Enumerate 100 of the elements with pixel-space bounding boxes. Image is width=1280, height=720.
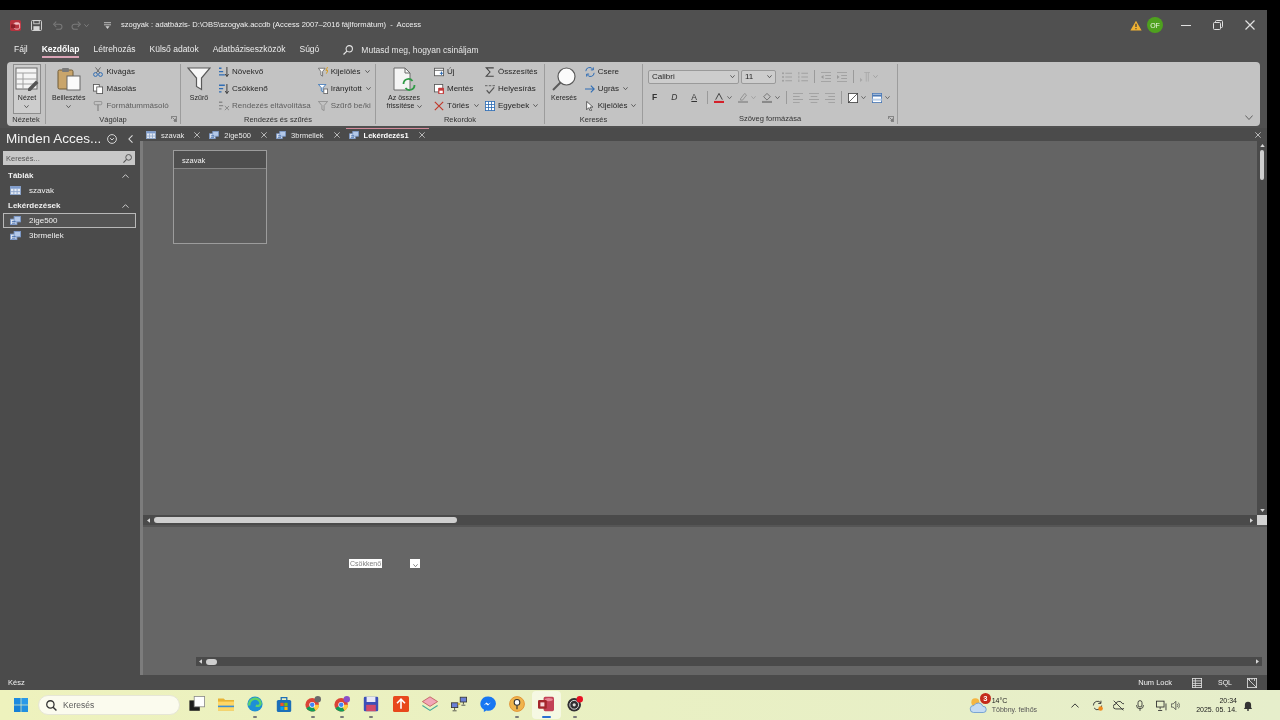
design-view-icon[interactable] bbox=[1247, 677, 1257, 688]
chat-bubble-icon bbox=[479, 696, 496, 712]
chevron-left-icon[interactable] bbox=[128, 135, 134, 143]
weather-icon[interactable] bbox=[968, 697, 987, 713]
scroll-down-arrow-icon[interactable] bbox=[1259, 509, 1265, 512]
caret-icon[interactable] bbox=[775, 96, 780, 99]
close-icon[interactable] bbox=[1255, 131, 1261, 138]
horizontal-scrollbar[interactable] bbox=[143, 515, 1257, 525]
microphone-icon[interactable] bbox=[1136, 699, 1145, 711]
caret-icon bbox=[412, 564, 418, 567]
cursor-icon bbox=[584, 100, 595, 111]
scroll-left-arrow-icon[interactable] bbox=[147, 517, 150, 523]
search-field[interactable]: Keresés bbox=[38, 695, 180, 715]
caret-icon[interactable] bbox=[727, 96, 732, 99]
dialog-launcher-icon[interactable] bbox=[888, 115, 894, 122]
font-size-dropdown[interactable]: 11 bbox=[741, 69, 776, 84]
scroll-thumb[interactable] bbox=[1260, 150, 1264, 180]
scroll-right-arrow-icon[interactable] bbox=[1256, 659, 1259, 664]
ribbon-button[interactable]: Kijelölés bbox=[583, 98, 638, 113]
caret-icon bbox=[24, 105, 30, 109]
dropdown-button[interactable] bbox=[410, 559, 421, 568]
taskbar-button[interactable] bbox=[531, 691, 561, 719]
format-button[interactable]: D bbox=[667, 93, 682, 102]
ribbon-tab[interactable]: Kezdőlap bbox=[41, 42, 80, 58]
speaker-icon[interactable] bbox=[1171, 700, 1181, 710]
scroll-thumb[interactable] bbox=[154, 517, 457, 523]
scroll-thumb[interactable] bbox=[206, 658, 217, 665]
warning-icon[interactable] bbox=[1130, 19, 1142, 31]
browser-icon bbox=[305, 696, 322, 712]
dialog-launcher-icon[interactable] bbox=[171, 116, 177, 122]
nav-group-header[interactable]: Táblák bbox=[0, 168, 140, 183]
caret-icon bbox=[416, 105, 422, 109]
scroll-left-arrow-icon[interactable] bbox=[199, 659, 202, 664]
ribbon-button[interactable]: Kijelölés bbox=[316, 64, 372, 79]
horizontal-scrollbar[interactable] bbox=[196, 657, 1262, 666]
ribbon-tab[interactable]: Külső adatok bbox=[149, 42, 199, 58]
nav-item[interactable]: 3brmellek bbox=[3, 228, 136, 243]
layers-icon bbox=[421, 696, 438, 712]
ribbon-button[interactable]: Csökkenő bbox=[218, 81, 312, 96]
ribbon-button[interactable]: Kivágás bbox=[92, 64, 170, 79]
start-icon[interactable] bbox=[14, 698, 28, 712]
ribbon-tab[interactable]: Súgó bbox=[299, 42, 320, 58]
close-icon[interactable] bbox=[333, 132, 340, 138]
nav-group-header[interactable]: Lekérdezések bbox=[0, 198, 140, 213]
minimize-icon[interactable] bbox=[1181, 24, 1191, 26]
dropdown-circle-icon[interactable] bbox=[107, 134, 118, 144]
caret-icon[interactable] bbox=[885, 96, 890, 99]
close-icon[interactable] bbox=[194, 132, 201, 138]
restore-icon[interactable] bbox=[1213, 20, 1223, 30]
monitor-icon[interactable] bbox=[1156, 699, 1168, 711]
scroll-right-arrow-icon[interactable] bbox=[1250, 517, 1253, 523]
spelling-check-icon bbox=[485, 83, 495, 94]
nav-item[interactable]: szavak bbox=[3, 183, 136, 198]
tell-me-field[interactable]: Mutasd meg, hogyan csináljam bbox=[361, 44, 502, 56]
row-shading-icon[interactable] bbox=[872, 92, 882, 103]
close-icon[interactable] bbox=[261, 132, 268, 138]
clipboard-icon bbox=[56, 67, 81, 91]
close-icon[interactable] bbox=[418, 132, 425, 138]
ribbon-button[interactable]: Másolás bbox=[92, 81, 170, 96]
caret-icon bbox=[623, 87, 629, 90]
ribbon-button[interactable]: Új bbox=[433, 64, 480, 79]
customize-icon[interactable] bbox=[104, 21, 111, 29]
ribbon-button[interactable]: Helyesírás bbox=[484, 81, 540, 96]
replace-icon bbox=[584, 66, 595, 77]
ribbon-button[interactable]: Egyebek bbox=[484, 98, 540, 113]
ribbon-button[interactable]: Csere bbox=[583, 64, 638, 79]
datasheet-view-icon[interactable] bbox=[1192, 677, 1202, 688]
table-icon bbox=[10, 186, 21, 195]
font-color-icon[interactable] bbox=[714, 92, 724, 103]
ribbon-button[interactable]: Növekvő bbox=[218, 64, 312, 79]
sync-icon[interactable] bbox=[1092, 699, 1104, 711]
ribbon-tab[interactable]: Adatbáziseszközök bbox=[212, 42, 286, 58]
format-button[interactable]: F bbox=[648, 93, 662, 102]
chevron-down-icon[interactable] bbox=[1245, 115, 1253, 120]
chevron-up-icon[interactable] bbox=[1071, 702, 1080, 708]
folder-icon bbox=[217, 696, 234, 712]
app-logo-icon[interactable] bbox=[10, 19, 21, 31]
format-button[interactable]: A bbox=[687, 93, 701, 102]
ribbon-button[interactable]: Mentés bbox=[433, 81, 480, 96]
ribbon-button[interactable]: Törlés bbox=[433, 98, 480, 113]
ribbon-button[interactable]: Összesítés bbox=[484, 64, 540, 79]
close-icon[interactable] bbox=[1245, 20, 1255, 30]
cloud-off-icon[interactable] bbox=[1113, 699, 1125, 711]
ribbon-button[interactable]: Irányított bbox=[316, 81, 372, 96]
nav-item[interactable]: 2ige500 bbox=[3, 213, 136, 228]
ribbon-tab[interactable]: Fájl bbox=[14, 42, 28, 58]
paint-bucket-icon[interactable] bbox=[762, 92, 772, 103]
font-dropdown[interactable]: Calibri bbox=[648, 69, 739, 84]
ribbon-button[interactable]: Ugrás bbox=[583, 81, 638, 96]
computers-icon bbox=[450, 696, 467, 712]
gridlines-icon[interactable] bbox=[848, 92, 858, 103]
save-icon[interactable] bbox=[31, 19, 42, 31]
search-icon[interactable] bbox=[46, 699, 57, 711]
vertical-scrollbar[interactable] bbox=[1257, 141, 1267, 515]
scroll-up-arrow-icon[interactable] bbox=[1259, 144, 1265, 147]
bell-icon[interactable] bbox=[1243, 699, 1253, 711]
arrow-tile-icon bbox=[392, 696, 409, 712]
ribbon-tab[interactable]: Létrehozás bbox=[93, 42, 136, 58]
search-icon[interactable] bbox=[343, 45, 354, 55]
caret-icon[interactable] bbox=[861, 96, 866, 99]
